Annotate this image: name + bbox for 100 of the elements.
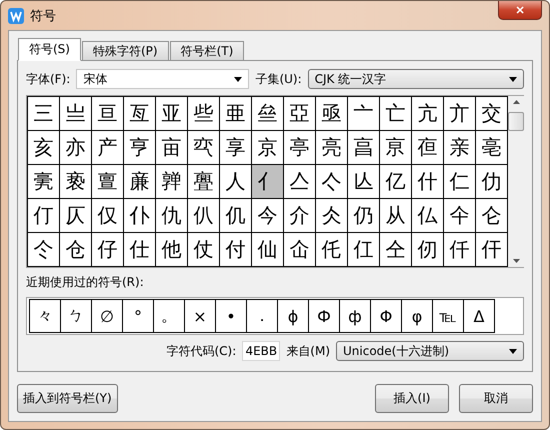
symbol-cell[interactable]: 亠: [348, 97, 380, 131]
symbol-cell[interactable]: 仇: [156, 199, 188, 233]
scroll-thumb[interactable]: [508, 112, 524, 131]
symbol-cell[interactable]: 亽: [316, 165, 348, 199]
dialog-button[interactable]: 插入(I): [375, 384, 449, 413]
symbol-cell[interactable]: 亯: [348, 131, 380, 165]
symbol-cell[interactable]: 什: [412, 165, 444, 199]
symbol-cell[interactable]: 亶: [92, 165, 124, 199]
symbol-cell[interactable]: 仅: [92, 199, 124, 233]
symbol-cell[interactable]: 仈: [188, 199, 220, 233]
symbol-cell[interactable]: 仛: [316, 233, 348, 267]
recent-symbol-cell[interactable]: ．: [247, 300, 278, 333]
symbol-cell[interactable]: 从: [380, 199, 412, 233]
symbol-cell[interactable]: 仔: [92, 233, 124, 267]
symbol-cell[interactable]: 亱: [412, 131, 444, 165]
scrollbar[interactable]: [508, 96, 524, 267]
symbol-cell[interactable]: 仒: [28, 233, 60, 267]
symbol-cell[interactable]: 亲: [444, 131, 476, 165]
symbol-cell[interactable]: 仄: [60, 199, 92, 233]
symbol-cell[interactable]: 仟: [444, 233, 476, 267]
symbol-cell[interactable]: 交: [476, 97, 508, 131]
recent-symbol-cell[interactable]: Δ: [464, 300, 495, 333]
symbol-cell[interactable]: 今: [252, 199, 284, 233]
recent-symbol-cell[interactable]: ф: [340, 300, 371, 333]
scroll-up-icon[interactable]: [512, 100, 520, 104]
recent-symbol-cell[interactable]: ∅: [92, 300, 123, 333]
scroll-down-icon[interactable]: [512, 259, 520, 263]
symbol-cell[interactable]: 仃: [28, 199, 60, 233]
symbol-cell[interactable]: 仗: [188, 233, 220, 267]
symbol-cell[interactable]: 产: [92, 131, 124, 165]
symbol-cell[interactable]: 仚: [284, 233, 316, 267]
symbol-cell[interactable]: 亣: [444, 97, 476, 131]
symbol-cell[interactable]: 亼: [284, 165, 316, 199]
symbol-cell[interactable]: 仌: [316, 199, 348, 233]
symbol-cell[interactable]: 亗: [60, 97, 92, 131]
recent-symbol-cell[interactable]: ɸ: [278, 300, 309, 333]
symbol-cell[interactable]: 仂: [476, 165, 508, 199]
symbol-cell[interactable]: 亜: [220, 97, 252, 131]
symbol-cell[interactable]: 亥: [28, 131, 60, 165]
symbol-cell[interactable]: 亵: [60, 165, 92, 199]
insert-to-bar-button[interactable]: 插入到符号栏(Y): [17, 384, 118, 413]
symbol-cell[interactable]: 付: [220, 233, 252, 267]
symbol-cell[interactable]: 仠: [476, 233, 508, 267]
symbol-cell[interactable]: 仞: [412, 233, 444, 267]
symbol-cell[interactable]: 仕: [124, 233, 156, 267]
tab[interactable]: 特殊字符(P): [82, 41, 169, 61]
recent-symbol-cell[interactable]: ×: [185, 300, 216, 333]
recent-symbol-cell[interactable]: Φ: [371, 300, 402, 333]
symbol-cell[interactable]: 仁: [444, 165, 476, 199]
symbol-cell[interactable]: 享: [220, 131, 252, 165]
symbol-cell[interactable]: 仏: [412, 199, 444, 233]
symbol-cell[interactable]: 亡: [380, 97, 412, 131]
symbol-cell[interactable]: 仉: [220, 199, 252, 233]
subset-dropdown[interactable]: CJK 统一汉字: [308, 69, 524, 89]
symbol-cell[interactable]: 仜: [348, 233, 380, 267]
tab[interactable]: 符号栏(T): [170, 41, 244, 61]
symbol-cell[interactable]: 仍: [348, 199, 380, 233]
symbol-cell[interactable]: 亢: [412, 97, 444, 131]
close-button[interactable]: ✕: [498, 1, 542, 20]
tab[interactable]: 符号(S): [18, 38, 81, 61]
symbol-cell[interactable]: 人: [220, 165, 252, 199]
symbol-cell[interactable]: 仑: [476, 199, 508, 233]
symbol-cell[interactable]: 亝: [252, 97, 284, 131]
recent-symbol-cell[interactable]: •: [216, 300, 247, 333]
recent-symbol-cell[interactable]: Ф: [309, 300, 340, 333]
symbol-cell[interactable]: 些: [188, 97, 220, 131]
symbol-cell[interactable]: 亳: [476, 131, 508, 165]
symbol-cell[interactable]: 仓: [60, 233, 92, 267]
symbol-cell[interactable]: 仙: [252, 233, 284, 267]
dialog-button[interactable]: 取消: [459, 384, 533, 413]
symbol-cell[interactable]: 仐: [444, 199, 476, 233]
symbol-cell[interactable]: 亩: [156, 131, 188, 165]
symbol-cell[interactable]: 亹: [188, 165, 220, 199]
symbol-cell[interactable]: 亪: [188, 131, 220, 165]
symbol-cell[interactable]: 亭: [284, 131, 316, 165]
symbol-cell[interactable]: 亨: [124, 131, 156, 165]
recent-symbol-cell[interactable]: ℡: [433, 300, 464, 333]
symbol-cell[interactable]: 亚: [156, 97, 188, 131]
symbol-cell[interactable]: 亾: [348, 165, 380, 199]
symbol-cell[interactable]: 介: [284, 199, 316, 233]
font-dropdown[interactable]: 宋体: [76, 69, 250, 89]
symbol-cell[interactable]: 京: [252, 131, 284, 165]
symbol-cell[interactable]: 亷: [124, 165, 156, 199]
symbol-cell[interactable]: 仆: [124, 199, 156, 233]
symbol-cell[interactable]: 三: [28, 97, 60, 131]
symbol-cell[interactable]: 亦: [60, 131, 92, 165]
char-code-field[interactable]: 4EBB: [242, 341, 280, 361]
encoding-dropdown[interactable]: Unicode(十六进制): [336, 341, 524, 361]
symbol-cell[interactable]: 亰: [380, 131, 412, 165]
recent-symbol-cell[interactable]: ㄅ: [61, 300, 92, 333]
recent-symbol-cell[interactable]: φ: [402, 300, 433, 333]
symbol-cell[interactable]: 亞: [284, 97, 316, 131]
symbol-cell[interactable]: 亮: [316, 131, 348, 165]
symbol-cell[interactable]: 亙: [124, 97, 156, 131]
recent-symbol-cell[interactable]: °: [123, 300, 154, 333]
recent-symbol-cell[interactable]: 々: [30, 300, 61, 333]
symbol-cell[interactable]: 亿: [380, 165, 412, 199]
symbol-cell[interactable]: 亟: [316, 97, 348, 131]
symbol-cell[interactable]: 亸: [156, 165, 188, 199]
symbol-cell[interactable]: 亴: [28, 165, 60, 199]
